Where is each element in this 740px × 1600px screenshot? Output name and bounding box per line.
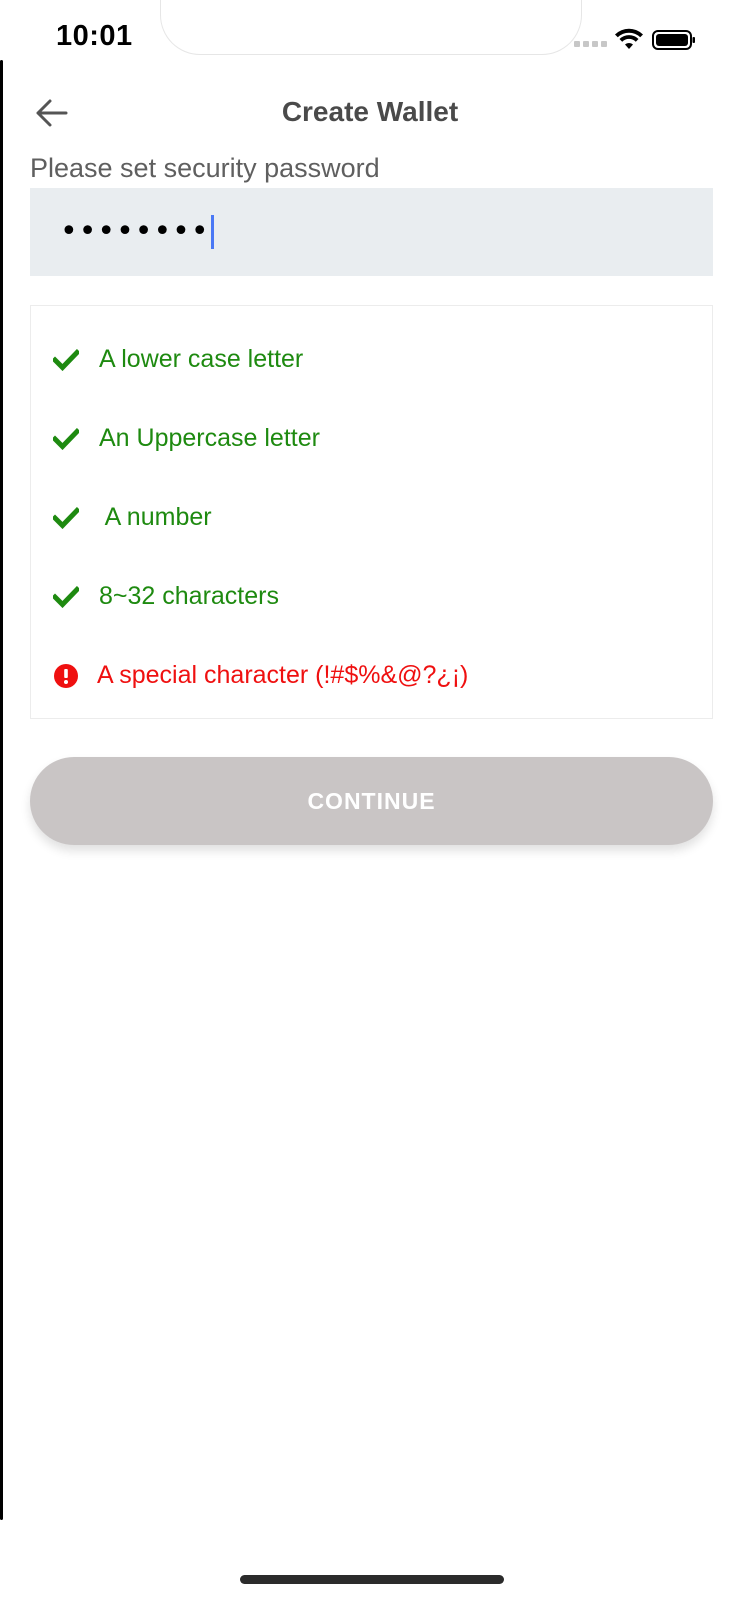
device-edge bbox=[0, 60, 3, 1520]
check-icon bbox=[53, 505, 79, 531]
rule-length: 8~32 characters bbox=[31, 557, 712, 636]
password-label: Please set security password bbox=[30, 153, 380, 183]
password-value: •••••••• bbox=[60, 214, 210, 249]
password-input[interactable]: •••••••• bbox=[30, 188, 713, 276]
wifi-icon bbox=[615, 28, 643, 49]
signal-icon bbox=[574, 41, 608, 49]
home-indicator[interactable] bbox=[240, 1575, 504, 1584]
exclamation-circle-icon bbox=[53, 663, 79, 689]
password-rules-card: A lower case letter An Uppercase letter … bbox=[30, 305, 713, 719]
battery-icon bbox=[652, 30, 695, 50]
rule-label: A special character (!#$%&@?¿¡) bbox=[97, 661, 469, 689]
create-wallet-screen: 10:01 Create Wallet Please set security … bbox=[0, 0, 740, 1600]
password-form: Please set security password •••••••• A … bbox=[30, 150, 713, 845]
rule-label: A lower case letter bbox=[99, 345, 304, 373]
status-time: 10:01 bbox=[56, 20, 133, 52]
rule-label: 8~32 characters bbox=[99, 582, 279, 610]
check-icon bbox=[53, 584, 79, 610]
check-icon bbox=[53, 426, 79, 452]
device-notch bbox=[160, 0, 582, 55]
status-bar: 10:01 bbox=[0, 0, 740, 70]
rule-label: An Uppercase letter bbox=[99, 424, 320, 452]
nav-bar: Create Wallet bbox=[0, 80, 740, 146]
check-icon bbox=[53, 347, 79, 373]
text-caret bbox=[210, 215, 214, 249]
rule-uppercase: An Uppercase letter bbox=[31, 399, 712, 478]
rule-number: A number bbox=[31, 478, 712, 557]
rule-lowercase: A lower case letter bbox=[31, 320, 712, 399]
page-title: Create Wallet bbox=[281, 96, 459, 127]
continue-button[interactable]: CONTINUE bbox=[30, 757, 713, 845]
rule-special-character: A special character (!#$%&@?¿¡) bbox=[31, 636, 712, 715]
rule-label: A number bbox=[99, 503, 212, 531]
